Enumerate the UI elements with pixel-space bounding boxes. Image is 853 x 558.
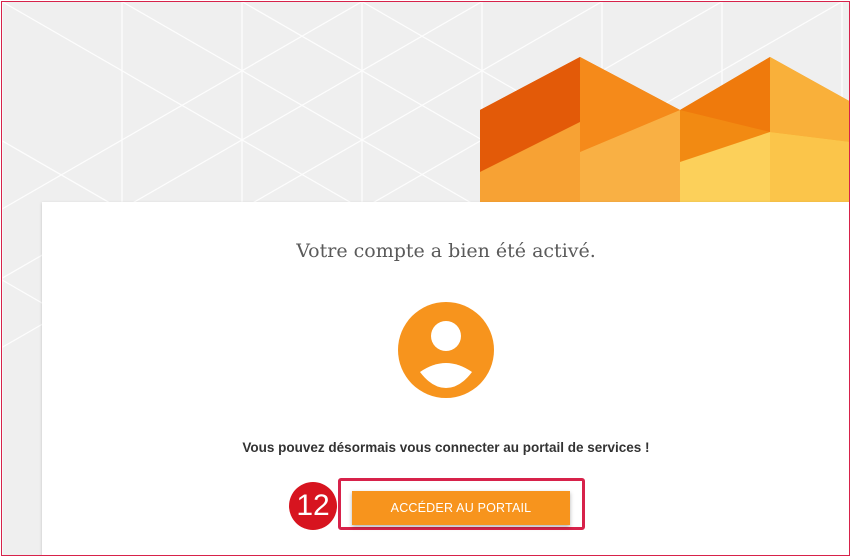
success-message: Vous pouvez désormais vous connecter au … bbox=[242, 440, 650, 455]
page: Votre compte a bien été activé. Vous pou… bbox=[0, 0, 853, 558]
access-portal-button[interactable]: ACCÉDER AU PORTAIL bbox=[352, 491, 570, 525]
step-number-badge: 12 bbox=[289, 482, 337, 530]
user-circle-icon bbox=[398, 302, 494, 398]
card-title: Votre compte a bien été activé. bbox=[296, 240, 596, 262]
activation-card: Votre compte a bien été activé. Vous pou… bbox=[42, 202, 849, 555]
screenshot-frame: Votre compte a bien été activé. Vous pou… bbox=[1, 1, 850, 556]
